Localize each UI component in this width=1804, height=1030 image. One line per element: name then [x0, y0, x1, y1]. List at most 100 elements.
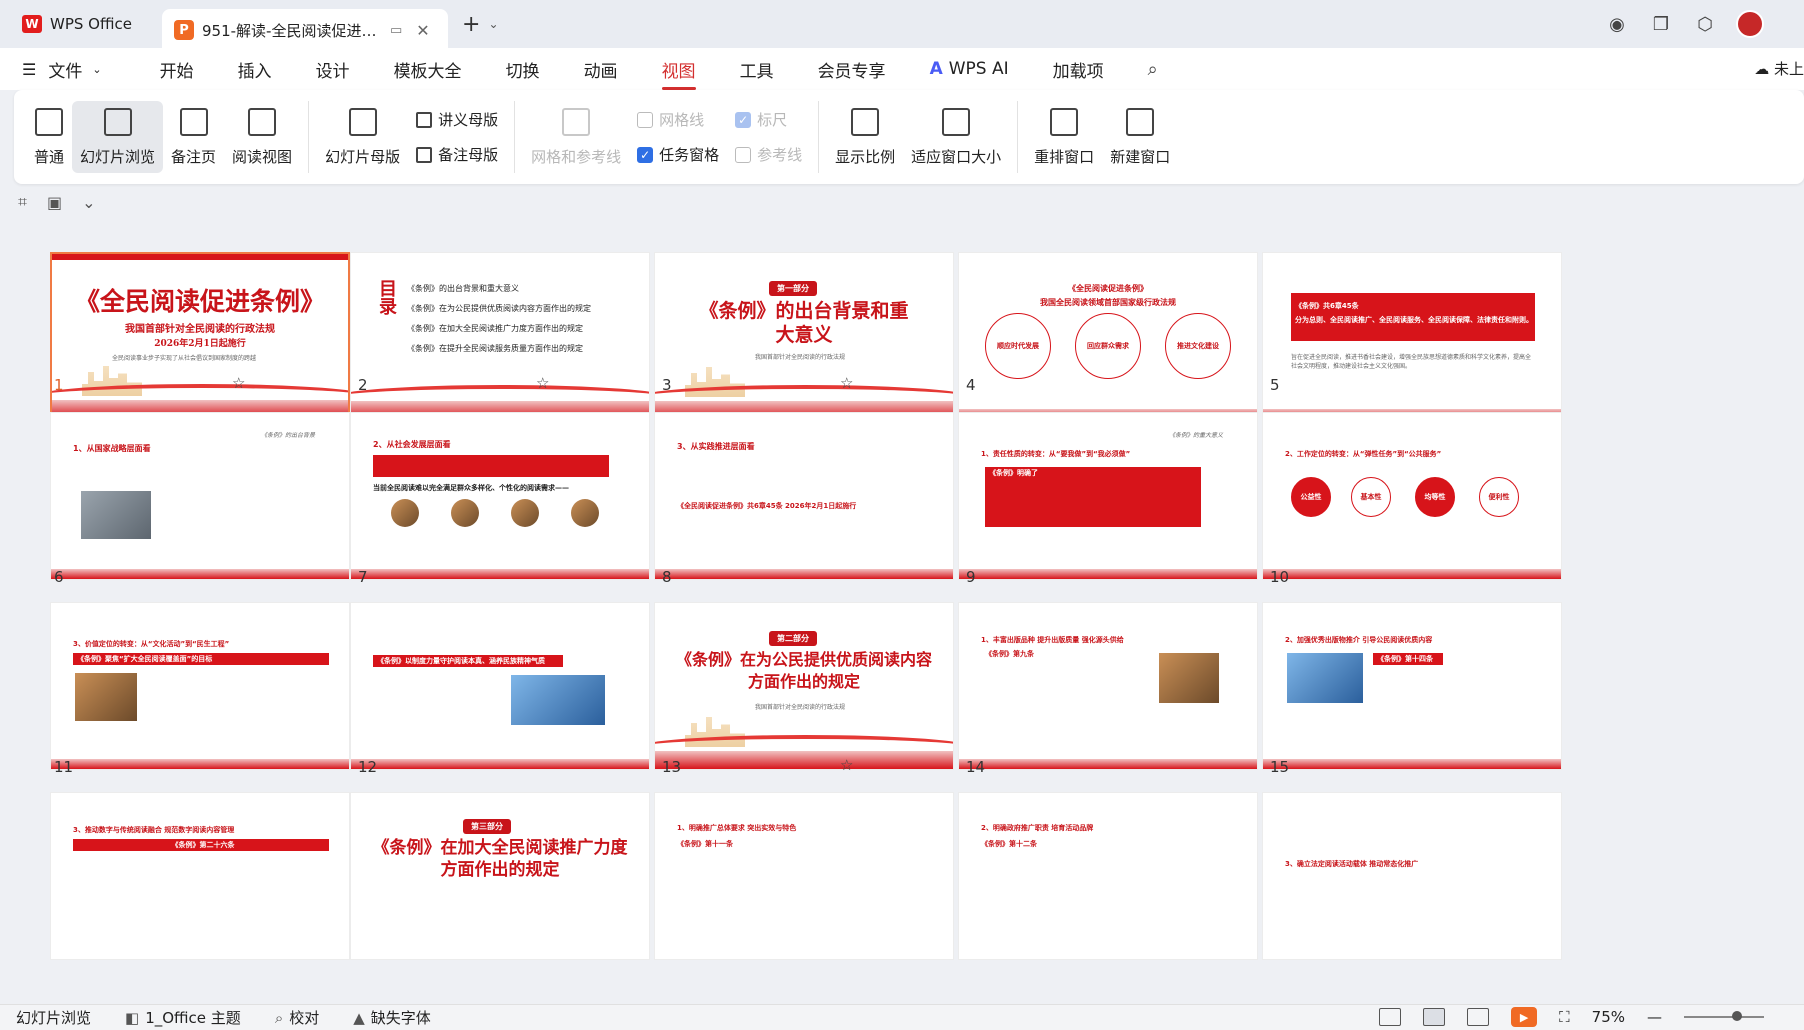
chevron-down-icon[interactable]: ⌄: [488, 17, 498, 31]
slide-thumbnail-20[interactable]: 3、确立法定阅读活动载体 推动常态化推广: [1262, 792, 1562, 960]
zoom-out-icon[interactable]: —: [1647, 1008, 1662, 1026]
slide-highlight: 《条例》明确了: [985, 467, 1201, 527]
menu-insert[interactable]: 插入: [238, 57, 272, 82]
menu-transitions[interactable]: 切换: [506, 57, 540, 82]
slide-thumbnail-8[interactable]: 3、从实践推进层面看 《全民阅读促进条例》共6章45条 2026年2月1日起施行: [654, 412, 954, 580]
slide-thumbnail-18[interactable]: 1、明确推广总体要求 突出实效与特色 《条例》第十一条: [654, 792, 954, 960]
normal-view-icon[interactable]: [1379, 1008, 1402, 1026]
slide-master-button[interactable]: 幻灯片母版: [317, 101, 408, 173]
slide-highlight-title: 《条例》明确了: [989, 469, 1038, 477]
star-icon[interactable]: ☆: [840, 756, 853, 774]
chevron-down-icon[interactable]: ⌄: [82, 193, 95, 212]
menu-home[interactable]: 开始: [160, 57, 194, 82]
slide-heading: 2、明确政府推广职责 培育活动品牌: [981, 824, 1094, 832]
task-pane-checkbox[interactable]: ✓ 任务窗格: [637, 144, 719, 165]
slide-thumbnail-2[interactable]: 目录 《条例》的出台背景和重大意义 《条例》在为公民提供优质阅读内容方面作出的规…: [350, 252, 650, 420]
slide-decoration: [959, 759, 1257, 769]
star-icon[interactable]: ☆: [232, 374, 245, 392]
new-tab-icon[interactable]: +: [462, 12, 480, 37]
notes-master-button[interactable]: 备注母版: [416, 144, 498, 165]
ruler-label: 标尺: [757, 111, 788, 129]
slide-thumbnail-9[interactable]: 《条例》的重大意义 1、责任性质的转变：从“要我做”到“我必须做” 《条例》明确…: [958, 412, 1258, 580]
menu-wps-ai-label: WPS AI: [948, 59, 1009, 79]
play-slideshow-icon[interactable]: ▶: [1511, 1007, 1538, 1027]
slide-thumbnail-17[interactable]: 第三部分 《条例》在加大全民阅读推广力度方面作出的规定: [350, 792, 650, 960]
menu-animations[interactable]: 动画: [584, 57, 618, 82]
menu-file[interactable]: ☰ 文件 ⌄: [22, 57, 102, 82]
handout-master-button[interactable]: 讲义母版: [416, 109, 498, 130]
crop-icon[interactable]: ⌗: [18, 192, 27, 212]
star-icon[interactable]: ☆: [840, 374, 853, 392]
menu-view[interactable]: 视图: [661, 57, 696, 90]
slide-subtitle: 我国全民阅读领域首部国家级行政法规: [1040, 297, 1176, 307]
slide-decoration: [1263, 759, 1561, 769]
notes-page-button[interactable]: 备注页: [163, 101, 224, 173]
reading-view-icon[interactable]: [1467, 1008, 1490, 1026]
menu-templates[interactable]: 模板大全: [394, 57, 462, 82]
theme-icon: ◧: [125, 1008, 140, 1027]
menu-tools[interactable]: 工具: [740, 57, 774, 82]
reading-view-button[interactable]: 阅读视图: [224, 101, 300, 173]
slide-thumbnail-3[interactable]: 第一部分 《条例》的出台背景和重大意义 我国首部针对全民阅读的行政法规: [654, 252, 954, 420]
slide-thumbnail-14[interactable]: 1、丰富出版品种 提升出版质量 强化源头供给 《条例》第九条: [958, 602, 1258, 770]
monitor-icon[interactable]: ▭: [390, 23, 402, 38]
save-icon[interactable]: ▣: [47, 193, 62, 212]
theme-status[interactable]: ◧ 1_Office 主题: [125, 1007, 241, 1028]
guides-checkbox[interactable]: 参考线: [735, 144, 802, 165]
cloud-status-label: 未上: [1773, 60, 1804, 78]
search-icon[interactable]: ⌕: [1148, 59, 1158, 80]
slide-thumbnail-11[interactable]: 3、价值定位的转变：从“文化活动”到“民生工程” 《条例》聚焦“扩大全民阅读覆盖…: [50, 602, 350, 770]
slide-thumbnail-16[interactable]: 3、推动数字与传统阅读融合 规范数字阅读内容管理 《条例》第二十六条: [50, 792, 350, 960]
menu-wps-ai[interactable]: A WPS AI: [930, 59, 1009, 79]
fit-window-icon[interactable]: ⛶: [1559, 1008, 1570, 1026]
toc-item: 《条例》在加大全民阅读推广力度方面作出的规定: [407, 324, 583, 333]
ribbon-divider: [308, 101, 310, 173]
slide-thumbnail-15[interactable]: 2、加强优秀出版物推介 引导公民阅读优质内容 《条例》第十四条: [1262, 602, 1562, 770]
notes-master-icon: [416, 146, 433, 163]
slide-title: 《条例》的出台背景和重大意义: [699, 300, 909, 346]
arrange-windows-button[interactable]: 重排窗口: [1026, 101, 1102, 173]
zoom-level[interactable]: 75%: [1592, 1008, 1625, 1026]
proofing-status[interactable]: ⌕ 校对: [275, 1007, 319, 1028]
zoom-slider[interactable]: [1684, 1011, 1764, 1021]
proofing-icon: ⌕: [274, 1008, 284, 1027]
menu-design[interactable]: 设计: [316, 57, 350, 82]
cloud-status[interactable]: ☁ 未上: [1754, 58, 1804, 79]
close-tab-icon[interactable]: ✕: [416, 21, 429, 40]
slide-thumbnail-1[interactable]: 《全民阅读促进条例》 我国首部针对全民阅读的行政法规 2026年2月1日起施行 …: [50, 252, 350, 420]
slide-number: 8: [662, 568, 672, 586]
normal-view-icon: [35, 107, 63, 136]
document-tab[interactable]: P 951-解读-全民阅读促进条例 ▭ ✕: [162, 9, 448, 51]
avatar[interactable]: [1736, 10, 1764, 38]
slide-browse-icon[interactable]: [1423, 1008, 1446, 1026]
normal-view-button[interactable]: 普通: [26, 101, 72, 173]
gridlines-checkbox[interactable]: 网格线: [637, 109, 719, 130]
wps-ai-icon: A: [929, 59, 943, 79]
slide-thumbnail-5[interactable]: 《条例》共6章45条 分为总则、全民阅读推广、全民阅读服务、全民阅读保障、法律责…: [1262, 252, 1562, 420]
fit-window-button[interactable]: 适应窗口大小: [903, 101, 1009, 173]
ai-assistant-icon[interactable]: ◉: [1604, 11, 1630, 37]
grid-icon: [562, 107, 591, 136]
missing-font-status[interactable]: ▲ 缺失字体: [353, 1007, 431, 1028]
slide-thumbnail-7[interactable]: 2、从社会发展层面看 当前全民阅读难以完全满足群众多样化、个性化的阅读需求——: [350, 412, 650, 580]
status-view-name: 幻灯片浏览: [16, 1009, 92, 1027]
slide-browse-button[interactable]: 幻灯片浏览: [72, 101, 164, 173]
menu-member[interactable]: 会员专享: [818, 57, 886, 82]
slide-thumbnail-12[interactable]: 《条例》以制度力量守护阅读本真、涵养民族精神气质: [350, 602, 650, 770]
handout-master-icon: [416, 111, 433, 128]
slide-thumbnail-6[interactable]: 《条例》的出台背景 1、从国家战略层面看: [50, 412, 350, 580]
slide-thumbnail-4[interactable]: 《全民阅读促进条例》 我国全民阅读领域首部国家级行政法规 顺应时代发展 回应群众…: [958, 252, 1258, 420]
cube-icon[interactable]: ⬡: [1692, 11, 1718, 37]
slide-tag: 《条例》第十四条: [1373, 653, 1443, 665]
slide-thumbnail-10[interactable]: 2、工作定位的转变：从“弹性任务”到“公共服务” 公益性 基本性 均等性 便利性: [1262, 412, 1562, 580]
star-icon[interactable]: ☆: [536, 374, 549, 392]
slide-thumbnail-13[interactable]: 第二部分 《条例》在为公民提供优质阅读内容方面作出的规定 我国首部针对全民阅读的…: [654, 602, 954, 770]
window-icon[interactable]: ❐: [1648, 11, 1674, 37]
grid-guides-button[interactable]: 网格和参考线: [523, 101, 629, 173]
home-tab[interactable]: W WPS Office: [10, 6, 156, 42]
menu-addins[interactable]: 加载项: [1053, 57, 1104, 82]
new-window-button[interactable]: 新建窗口: [1102, 101, 1178, 173]
slide-thumbnail-19[interactable]: 2、明确政府推广职责 培育活动品牌 《条例》第十二条: [958, 792, 1258, 960]
zoom-button[interactable]: 显示比例: [827, 101, 903, 173]
ruler-checkbox[interactable]: ✓ 标尺: [735, 109, 802, 130]
